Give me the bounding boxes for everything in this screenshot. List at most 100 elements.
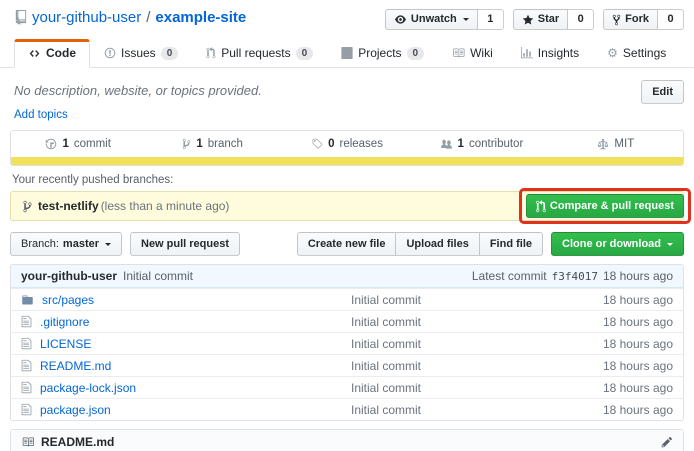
- tab-projects[interactable]: Projects 0: [327, 39, 438, 68]
- forks-count[interactable]: 0: [658, 9, 684, 30]
- commits-stat[interactable]: 1 commit: [11, 138, 145, 150]
- caret-down-icon: [667, 243, 673, 249]
- folder-icon: [21, 294, 34, 306]
- file-age: 18 hours ago: [543, 381, 673, 395]
- upload-files-button[interactable]: Upload files: [396, 232, 479, 256]
- fork-button[interactable]: Fork: [603, 9, 658, 30]
- file-commit-message[interactable]: Initial commit: [351, 293, 543, 307]
- compare-pull-request-button[interactable]: Compare & pull request: [526, 194, 684, 218]
- commit-message-link[interactable]: Initial commit: [123, 269, 193, 283]
- git-branch-icon: [23, 200, 32, 213]
- tab-insights[interactable]: Insights: [507, 39, 593, 68]
- readme-header: README.md: [11, 430, 683, 451]
- create-new-file-button[interactable]: Create new file: [297, 232, 397, 256]
- branch-select-button[interactable]: Branch: master: [10, 232, 122, 256]
- pushed-branch-age: (less than a minute ago): [101, 199, 230, 213]
- file-commit-message[interactable]: Initial commit: [351, 359, 543, 373]
- file-age: 18 hours ago: [543, 403, 673, 417]
- repo-title-separator: /: [146, 9, 150, 26]
- toolbar-left: Branch: master New pull request: [10, 232, 240, 256]
- commit-author-link[interactable]: your-github-user: [21, 269, 117, 283]
- book-icon: [452, 47, 465, 59]
- star-button[interactable]: Star: [513, 9, 568, 30]
- code-icon: [28, 48, 41, 59]
- tab-settings[interactable]: ⚙ Settings: [593, 39, 680, 68]
- toolbar-right: Create new file Upload files Find file C…: [297, 232, 684, 256]
- table-row: .gitignore Initial commit 18 hours ago: [11, 310, 683, 332]
- recently-pushed-label: Your recently pushed branches:: [10, 174, 684, 186]
- readme-title: README.md: [21, 435, 114, 449]
- tab-pull-requests[interactable]: Pull requests 0: [192, 39, 327, 68]
- file-commit-message[interactable]: Initial commit: [351, 381, 543, 395]
- repo-fork-icon: [612, 14, 621, 26]
- latest-commit-meta: Latest commit f3f4017 18 hours ago: [472, 269, 673, 283]
- clone-or-download-button[interactable]: Clone or download: [551, 232, 684, 256]
- latest-commit-label: Latest commit: [472, 269, 547, 283]
- graph-icon: [521, 47, 533, 59]
- file-name-link[interactable]: package-lock.json: [40, 381, 136, 395]
- annotation-box: Compare & pull request: [519, 188, 691, 224]
- file-commit-message[interactable]: Initial commit: [351, 337, 543, 351]
- organization-icon: [440, 139, 453, 150]
- file-name-link[interactable]: README.md: [40, 359, 111, 373]
- latest-commit-age: 18 hours ago: [603, 269, 673, 283]
- file-icon: [21, 359, 32, 372]
- edit-description-button[interactable]: Edit: [641, 80, 684, 104]
- star-group: Star 0: [513, 9, 594, 30]
- file-name-link[interactable]: package.json: [40, 403, 111, 417]
- add-topics-link[interactable]: Add topics: [10, 109, 68, 121]
- repo-header: your-github-user / example-site Unwatch …: [0, 0, 694, 30]
- branches-stat[interactable]: 1 branch: [145, 138, 279, 150]
- file-icon: [21, 403, 32, 416]
- language-bar[interactable]: [11, 157, 683, 165]
- edit-readme-button[interactable]: [661, 436, 673, 448]
- file-icon: [21, 381, 32, 394]
- social-actions: Unwatch 1 Star 0 Fork 0: [385, 9, 684, 30]
- file-actions-group: Create new file Upload files Find file: [297, 232, 543, 256]
- file-icon: [21, 337, 32, 350]
- repo-summary-box: 1 commit 1 branch 0 releases 1 contribut…: [10, 130, 684, 166]
- file-commit-message[interactable]: Initial commit: [351, 315, 543, 329]
- pencil-icon: [661, 436, 673, 448]
- tab-code[interactable]: Code: [14, 39, 90, 68]
- file-age: 18 hours ago: [543, 337, 673, 351]
- tab-wiki[interactable]: Wiki: [438, 39, 507, 68]
- caret-down-icon: [463, 18, 469, 24]
- table-row: LICENSE Initial commit 18 hours ago: [11, 332, 683, 354]
- projects-counter: 0: [407, 47, 425, 60]
- issue-opened-icon: [104, 47, 116, 59]
- file-name-link[interactable]: src/pages: [42, 293, 94, 307]
- repo-title: your-github-user / example-site: [14, 9, 246, 26]
- contributors-stat[interactable]: 1 contributor: [414, 138, 548, 150]
- table-row: src/pages Initial commit 18 hours ago: [11, 288, 683, 310]
- file-name-link[interactable]: LICENSE: [40, 337, 91, 351]
- caret-down-icon: [105, 243, 111, 249]
- project-icon: [341, 47, 353, 59]
- commit-hash-link[interactable]: f3f4017: [552, 270, 598, 283]
- repo-name-link[interactable]: example-site: [155, 9, 246, 26]
- repo-description: No description, website, or topics provi…: [14, 80, 262, 98]
- releases-stat[interactable]: 0 releases: [280, 138, 414, 150]
- readme-section: README.md: [10, 429, 684, 451]
- watchers-count[interactable]: 1: [478, 9, 504, 30]
- new-pull-request-button[interactable]: New pull request: [130, 232, 240, 256]
- file-age: 18 hours ago: [543, 359, 673, 373]
- issues-counter: 0: [161, 47, 179, 60]
- pull-requests-counter: 0: [296, 47, 314, 60]
- latest-commit-bar: your-github-user Initial commit Latest c…: [11, 265, 683, 288]
- watch-group: Unwatch 1: [385, 9, 504, 30]
- history-icon: [45, 138, 57, 150]
- find-file-button[interactable]: Find file: [480, 232, 543, 256]
- table-row: package-lock.json Initial commit 18 hour…: [11, 376, 683, 398]
- stars-count[interactable]: 0: [568, 9, 594, 30]
- table-row: README.md Initial commit 18 hours ago: [11, 354, 683, 376]
- repo-owner-link[interactable]: your-github-user: [32, 9, 141, 26]
- tab-issues[interactable]: Issues 0: [90, 39, 192, 68]
- file-age: 18 hours ago: [543, 293, 673, 307]
- pushed-branch-link[interactable]: test-netlify: [38, 199, 99, 213]
- file-name-link[interactable]: .gitignore: [40, 315, 89, 329]
- eye-icon: [394, 14, 407, 25]
- unwatch-button[interactable]: Unwatch: [385, 9, 478, 30]
- license-stat[interactable]: MIT: [549, 138, 683, 150]
- file-commit-message[interactable]: Initial commit: [351, 403, 543, 417]
